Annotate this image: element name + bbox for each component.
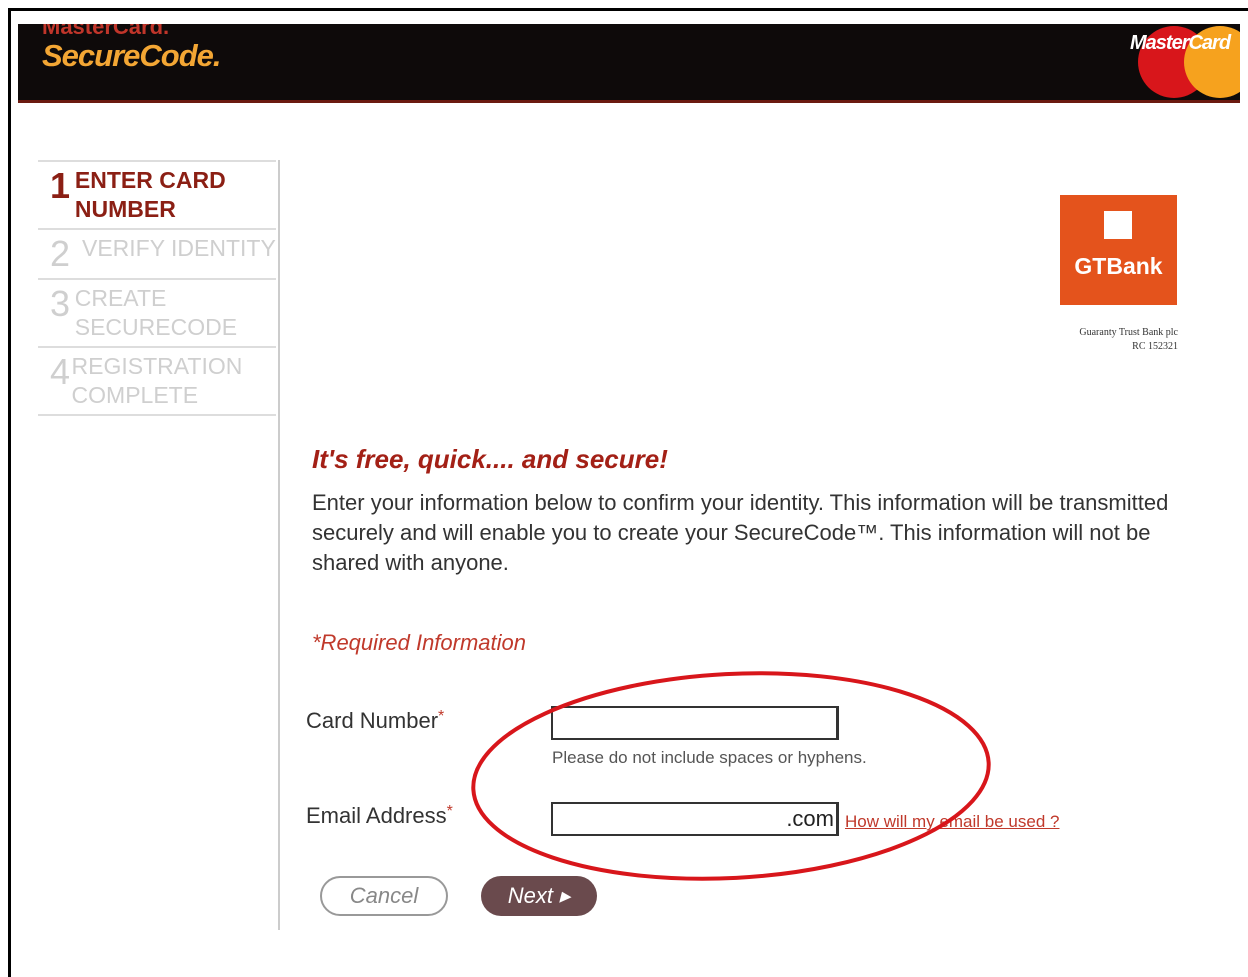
email-address-label-text: Email Address [306, 803, 447, 828]
gtbank-logo: GTBank [1060, 195, 1177, 305]
email-address-label: Email Address* [306, 803, 453, 829]
progress-steps: 1 ENTER CARD NUMBER 2 VERIFY IDENTITY 3 … [38, 160, 276, 416]
mastercard-logo: MasterCard [1130, 26, 1240, 98]
sidebar-divider [278, 160, 280, 930]
securecode-logo-text: SecureCode [42, 38, 214, 73]
page-headline: It's free, quick.... and secure! [312, 444, 668, 474]
step-number: 1 [50, 165, 71, 206]
step-label: VERIFY IDENTITY [82, 235, 276, 261]
bank-full-name: Guaranty Trust Bank plc [1079, 327, 1178, 338]
bank-rc-number: RC 152321 [1132, 341, 1178, 352]
securecode-logo-dot: . [212, 38, 222, 73]
step-registration-complete: 4 REGISTRATION COMPLETE [38, 346, 276, 416]
cancel-button[interactable]: Cancel [320, 876, 448, 916]
step-create-securecode: 3 CREATE SECURECODE [38, 278, 276, 346]
required-asterisk: * [446, 803, 453, 820]
mastercard-logo-text: MasterCard [1130, 32, 1231, 54]
step-label: REGISTRATION COMPLETE [71, 353, 243, 408]
next-button[interactable]: Next ▸ [481, 876, 597, 916]
step-number: 4 [50, 351, 71, 392]
required-asterisk: * [438, 708, 445, 725]
required-info-note: *Required Information [312, 630, 527, 655]
step-number: 3 [50, 283, 71, 324]
step-label: CREATE SECURECODE [74, 285, 238, 340]
header-bar: MasterCard. SecureCode. MasterCard [18, 24, 1240, 103]
gtbank-square-icon [1104, 211, 1132, 239]
step-enter-card-number: 1 ENTER CARD NUMBER [38, 160, 276, 228]
gtbank-logo-text: GTBank [1074, 253, 1163, 279]
step-verify-identity: 2 VERIFY IDENTITY [38, 228, 276, 278]
intro-text: Enter your information below to confirm … [312, 490, 1169, 575]
step-number: 2 [50, 233, 71, 274]
securecode-logo: SecureCode. [42, 38, 221, 74]
card-number-label-text: Card Number [306, 708, 439, 733]
bank-legal-name: Guaranty Trust Bank plc RC 152321 [990, 326, 1178, 354]
step-label: ENTER CARD NUMBER [74, 167, 226, 222]
card-number-label: Card Number* [306, 708, 444, 734]
annotation-ellipse [471, 671, 991, 881]
